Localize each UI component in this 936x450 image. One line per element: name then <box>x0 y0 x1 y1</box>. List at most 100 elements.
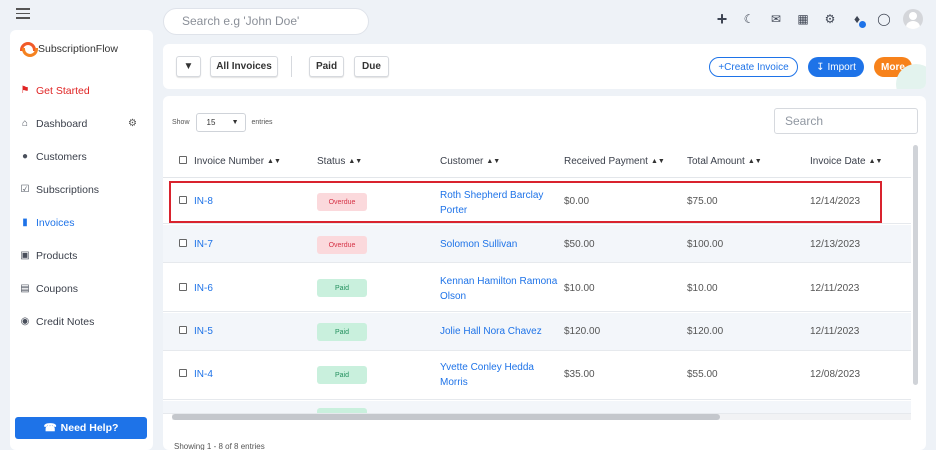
selected-row-highlight <box>169 181 882 223</box>
download-icon: ↧ <box>816 61 825 73</box>
invoices-table-panel: Show 15 ▼ entries Search Invoice Number ▲… <box>163 96 926 450</box>
divider <box>291 56 292 77</box>
sidebar-item-invoices[interactable]: ▮ Invoices <box>10 206 153 239</box>
bell-icon[interactable]: ♦ <box>847 9 867 29</box>
gear-icon[interactable]: ⚙ <box>820 9 840 29</box>
sidebar-item-coupons[interactable]: ▤ Coupons <box>10 272 153 305</box>
sidebar-item-label: Credit Notes <box>36 315 95 328</box>
table-row[interactable]: IN-7 Overdue Solomon Sullivan $50.00 $10… <box>163 225 911 263</box>
global-search-input[interactable]: Search e.g 'John Doe' <box>163 8 369 35</box>
headset-icon: ☎ <box>43 422 57 434</box>
home-icon: ⌂ <box>21 118 29 129</box>
filter-icon: ▼ <box>183 61 194 72</box>
header-label: Total Amount <box>687 156 745 167</box>
brand[interactable]: SubscriptionFlow <box>20 42 118 57</box>
sidebar-item-dashboard[interactable]: ⌂ Dashboard ⚙ <box>10 107 153 140</box>
sort-icon: ▲▼ <box>747 158 762 165</box>
header-invoice-number[interactable]: Invoice Number ▲▼ <box>194 156 281 167</box>
header-label: Received Payment <box>564 156 648 167</box>
due-filter-button[interactable]: Due <box>354 56 389 77</box>
credit-note-icon: ◉ <box>20 316 30 327</box>
filter-button[interactable]: ▼ <box>176 56 201 77</box>
sidebar-item-products[interactable]: ▣ Products <box>10 239 153 272</box>
customer-link[interactable]: Solomon Sullivan <box>440 239 517 250</box>
sidebar-item-label: Products <box>36 249 78 262</box>
row-checkbox[interactable] <box>179 369 187 380</box>
table-header: Invoice Number ▲▼ Status ▲▼ Customer ▲▼ Rec… <box>163 145 911 178</box>
hamburger-menu-icon[interactable] <box>16 8 30 19</box>
header-total-amount[interactable]: Total Amount ▲▼ <box>687 156 762 167</box>
entries-select[interactable]: 15 ▼ <box>195 113 246 132</box>
calendar-icon[interactable]: ▦ <box>793 9 813 29</box>
table-row[interactable]: IN-4 Paid Yvette Conley Hedda Morris $35.… <box>163 352 911 400</box>
select-all-checkbox[interactable] <box>179 156 187 164</box>
invoice-number-link[interactable]: IN-6 <box>194 283 213 294</box>
ticket-icon: ▤ <box>20 283 30 294</box>
need-help-button[interactable]: ☎ Need Help? <box>15 417 147 439</box>
invoice-date: 12/11/2023 <box>810 326 860 337</box>
top-icons: + ☾ ✉ ▦ ⚙ ♦ ◯ <box>712 9 923 29</box>
customer-line: Yvette Conley Hedda <box>440 362 534 373</box>
status-badge: Overdue <box>317 236 367 254</box>
header-invoice-date[interactable]: Invoice Date ▲▼ <box>810 156 882 167</box>
customer-link[interactable]: Yvette Conley Hedda Morris <box>440 360 534 390</box>
status-badge: Paid <box>317 366 367 384</box>
customer-link[interactable]: Kennan Hamilton Ramona Olson <box>440 274 557 304</box>
row-checkbox[interactable] <box>179 239 187 250</box>
dashboard-gear-icon[interactable]: ⚙ <box>128 118 137 129</box>
table-row[interactable]: IN-6 Paid Kennan Hamilton Ramona Olson $1… <box>163 264 911 312</box>
invoice-date: 12/13/2023 <box>810 239 861 250</box>
header-received-payment[interactable]: Received Payment ▲▼ <box>564 156 665 167</box>
invoice-date: 12/08/2023 <box>810 369 861 380</box>
header-customer[interactable]: Customer ▲▼ <box>440 156 500 167</box>
table-search-input[interactable]: Search <box>774 108 918 134</box>
vertical-scrollbar[interactable] <box>913 145 918 385</box>
sidebar: SubscriptionFlow ⚑ Get Started ⌂ Dashboa… <box>10 30 153 450</box>
sidebar-item-credit-notes[interactable]: ◉ Credit Notes <box>10 305 153 338</box>
sidebar-item-label: Invoices <box>36 216 75 229</box>
invoice-number-link[interactable]: IN-5 <box>194 326 213 337</box>
sidebar-item-subscriptions[interactable]: ☑ Subscriptions <box>10 173 153 206</box>
checklist-icon: ☑ <box>20 184 30 195</box>
total-amount: $120.00 <box>687 326 724 337</box>
all-invoices-button[interactable]: All Invoices <box>210 56 278 77</box>
entries-label: entries <box>251 119 273 126</box>
users-icon: ● <box>21 151 29 162</box>
create-invoice-button[interactable]: +Create Invoice <box>709 57 798 77</box>
sidebar-item-label: Get Started <box>36 84 90 97</box>
moon-icon[interactable]: ☾ <box>739 9 759 29</box>
import-button[interactable]: ↧ Import <box>808 57 864 77</box>
total-amount: $10.00 <box>687 283 718 294</box>
customer-link[interactable]: Jolie Hall Nora Chavez <box>440 326 542 337</box>
plus-icon[interactable]: + <box>712 9 732 29</box>
headset-icon[interactable]: ◯ <box>874 9 894 29</box>
total-amount: $100.00 <box>687 239 724 250</box>
header-status[interactable]: Status ▲▼ <box>317 156 362 167</box>
status-badge: Paid <box>317 279 367 297</box>
sidebar-item-customers[interactable]: ● Customers <box>10 140 153 173</box>
sort-icon: ▲▼ <box>267 158 281 165</box>
mail-icon[interactable]: ✉ <box>766 9 786 29</box>
table-row[interactable]: IN-5 Paid Jolie Hall Nora Chavez $120.00… <box>163 313 911 351</box>
received-payment: $10.00 <box>564 283 595 294</box>
row-checkbox[interactable] <box>179 283 187 294</box>
invoice-icon: ▮ <box>22 217 28 228</box>
customer-line: Olson <box>440 291 467 302</box>
received-payment: $35.00 <box>564 369 595 380</box>
horizontal-scrollbar[interactable] <box>172 414 911 420</box>
paid-filter-button[interactable]: Paid <box>309 56 344 77</box>
received-payment: $50.00 <box>564 239 595 250</box>
sidebar-item-get-started[interactable]: ⚑ Get Started <box>10 74 153 107</box>
invoice-number-link[interactable]: IN-7 <box>194 239 213 250</box>
invoice-number-link[interactable]: IN-4 <box>194 369 213 380</box>
header-label: Invoice Number <box>194 156 265 167</box>
row-checkbox[interactable] <box>179 326 187 337</box>
sidebar-nav: ⚑ Get Started ⌂ Dashboard ⚙ ● Customers … <box>10 74 153 338</box>
user-avatar[interactable] <box>903 9 923 29</box>
scrollbar-thumb[interactable] <box>172 414 720 420</box>
chevron-down-icon: ▼ <box>231 119 239 126</box>
header-label: Customer <box>440 156 484 167</box>
filter-bar: ▼ All Invoices Paid Due +Create Invoice … <box>163 44 926 89</box>
sort-icon: ▲▼ <box>868 158 883 165</box>
box-icon: ▣ <box>20 250 30 261</box>
